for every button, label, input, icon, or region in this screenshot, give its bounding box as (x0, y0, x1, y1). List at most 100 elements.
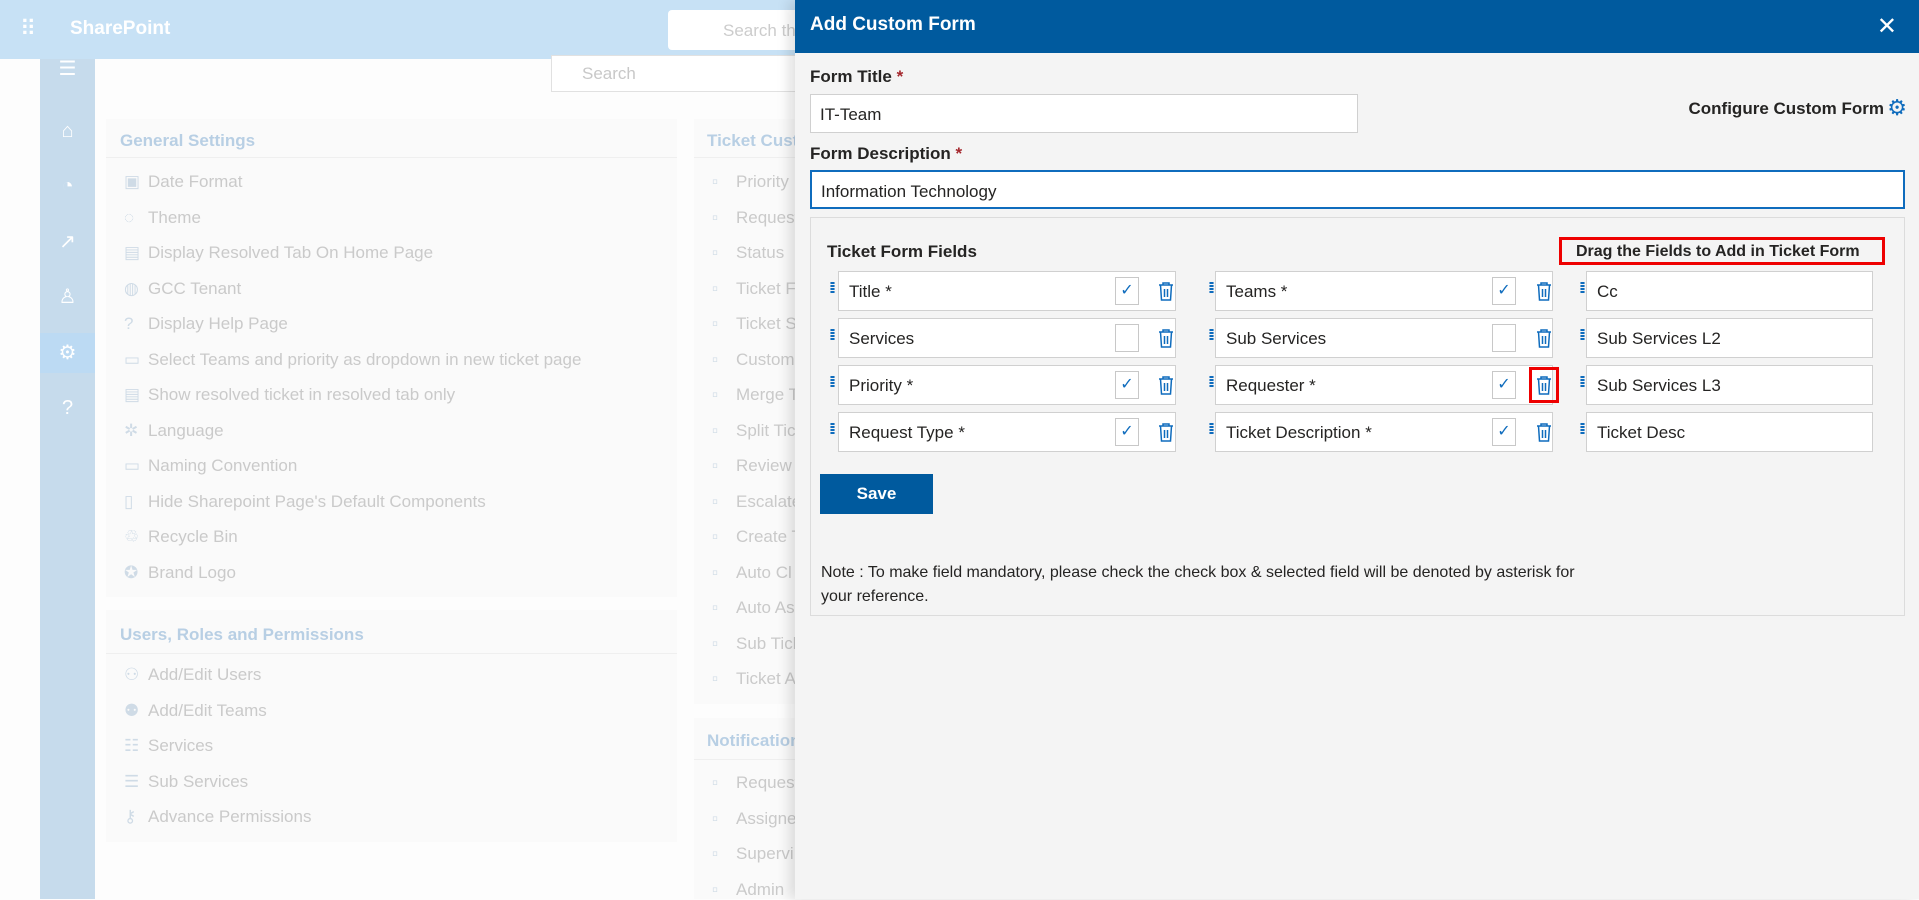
mandatory-checkbox[interactable]: ✓ (1492, 371, 1516, 399)
form-title-input[interactable]: IT-Team (810, 94, 1358, 133)
settings-item-label: Auto Cl (736, 562, 792, 582)
trash-icon[interactable] (1155, 324, 1177, 352)
card-title: Ticket Cust (707, 131, 799, 150)
settings-item-icon: ▫ (712, 172, 719, 191)
settings-item[interactable]: ▫ Admin (712, 880, 784, 900)
settings-item-icon: ▫ (712, 456, 719, 475)
field-label: Title * (849, 282, 892, 301)
settings-item[interactable]: ☰ Sub Services (124, 772, 248, 792)
trash-icon[interactable] (1533, 277, 1555, 305)
settings-item[interactable]: ▫ Split Tic (712, 421, 796, 441)
settings-item-label: Request (736, 207, 800, 227)
mandatory-checkbox[interactable]: ✓ (1115, 371, 1139, 399)
trash-icon[interactable] (1155, 418, 1177, 446)
settings-item[interactable]: ▫ Escalate (712, 492, 801, 512)
settings-item-icon: ▫ (712, 314, 719, 333)
settings-item[interactable]: ▫ Request (712, 208, 799, 228)
mandatory-checkbox[interactable]: ✓ (1115, 418, 1139, 446)
settings-item-label: Display Help Page (148, 314, 288, 333)
settings-item[interactable]: ▫ Auto Cl (712, 563, 792, 583)
form-description-input[interactable]: Information Technology (810, 170, 1905, 209)
settings-item[interactable]: ▫ Request (712, 773, 799, 793)
settings-item[interactable]: ▭ Select Teams and priority as dropdown i… (124, 350, 581, 370)
settings-item[interactable]: ▫ Merge T (712, 385, 799, 405)
settings-item[interactable]: ♲ Recycle Bin (124, 527, 238, 547)
people-icon[interactable]: ♙ (40, 277, 95, 317)
save-button[interactable]: Save (820, 474, 933, 514)
calendar-icon: ▣ (124, 172, 141, 191)
settings-item[interactable]: ▫ Status (712, 243, 784, 263)
settings-item[interactable]: ▣ Date Format (124, 172, 242, 192)
settings-item[interactable]: ▫ Custom (712, 350, 795, 370)
trash-icon[interactable] (1533, 324, 1555, 352)
settings-item[interactable]: ◌ Theme (124, 208, 201, 228)
field-label: Services (849, 329, 915, 348)
left-rail: ☰ ⌂ ◔ ↗ ♙ ⚙ ? (40, 58, 95, 899)
settings-item[interactable]: ▫ Supervi (712, 844, 794, 864)
global-search-input[interactable]: Search th (668, 10, 808, 50)
ticket-customization-card: Ticket Cust ▫ Priority ▫ Request ▫ Status ▫ Tic… (694, 119, 804, 704)
settings-item[interactable]: ✪ Brand Logo (124, 563, 236, 583)
available-field[interactable]: Cc (1586, 271, 1873, 311)
home-icon[interactable]: ⌂ (40, 111, 95, 151)
mandatory-checkbox[interactable]: ✓ (1492, 277, 1516, 305)
mandatory-checkbox[interactable]: ✓ (1115, 277, 1139, 305)
available-field[interactable]: Ticket Desc (1586, 412, 1873, 452)
available-field[interactable]: Sub Services L3 (1586, 365, 1873, 405)
settings-item[interactable]: ▫ Ticket S (712, 314, 797, 334)
settings-item[interactable]: ▫ Create T (712, 527, 802, 547)
settings-item-label: Naming Convention (148, 456, 298, 475)
settings-item-icon: ▫ (712, 844, 719, 863)
mandatory-checkbox[interactable] (1492, 324, 1516, 352)
settings-item[interactable]: ▫ Priority (712, 172, 789, 192)
available-field[interactable]: Sub Services L2 (1586, 318, 1873, 358)
ticket-form-fields-heading: Ticket Form Fields (827, 242, 977, 261)
settings-item[interactable]: ☷ Services (124, 736, 213, 756)
settings-item-label: Merge T (736, 385, 799, 404)
mandatory-checkbox[interactable]: ✓ (1492, 418, 1516, 446)
mandatory-note: Note : To make field mandatory, please c… (821, 564, 1575, 605)
settings-item[interactable]: ⚉ Add/Edit Teams (124, 701, 267, 721)
users-roles-card: Users, Roles and Permissions ⚇ Add/Edit U… (106, 610, 677, 842)
settings-item[interactable]: ⚇ Add/Edit Users (124, 665, 261, 685)
settings-item[interactable]: ▫ Review (712, 456, 792, 476)
settings-item[interactable]: ◍ GCC Tenant (124, 279, 241, 299)
close-icon[interactable]: ✕ (1877, 12, 1897, 41)
trash-icon[interactable] (1533, 418, 1555, 446)
trash-icon[interactable] (1155, 371, 1177, 399)
app-launcher-icon[interactable]: ⠿ (20, 18, 36, 40)
field-label: Requester * (1226, 376, 1316, 395)
settings-item-icon: ▫ (712, 598, 719, 617)
mandatory-checkbox[interactable] (1115, 324, 1139, 352)
settings-item[interactable]: ⚷ Advance Permissions (124, 807, 311, 827)
settings-item[interactable]: ? Display Help Page (124, 314, 288, 334)
add-custom-form-panel: Add Custom Form ✕ Form Title * IT-Team C… (795, 0, 1919, 899)
settings-item[interactable]: ▫ Ticket A (712, 669, 796, 689)
settings-item[interactable]: ▫ Ticket F (712, 279, 796, 299)
settings-item-label: Language (148, 420, 224, 440)
chart-icon[interactable]: ↗ (40, 222, 95, 262)
settings-item-label: Request (736, 773, 800, 792)
settings-item-label: Select Teams and priority as dropdown in… (148, 349, 582, 369)
trash-icon[interactable] (1155, 277, 1177, 305)
menu-icon[interactable]: ☰ (40, 49, 95, 89)
settings-item[interactable]: ▭ Naming Convention (124, 456, 297, 476)
trash-icon[interactable] (1529, 367, 1559, 403)
settings-item[interactable]: ✲ Language (124, 421, 224, 441)
settings-item-label: Sub Tick (736, 633, 802, 653)
document-icon: ▤ (124, 385, 141, 404)
gear-icon[interactable]: ⚙ (1887, 95, 1907, 121)
settings-item[interactable]: ▫ Auto As (712, 598, 795, 618)
app-name[interactable]: SharePoint (70, 18, 170, 40)
settings-item-label: Ticket S (736, 314, 797, 333)
settings-search-input[interactable]: Search (551, 55, 801, 92)
help-icon[interactable]: ? (40, 388, 95, 428)
settings-icon[interactable]: ⚙ (40, 333, 95, 373)
settings-item[interactable]: ▫ Sub Tick (712, 634, 801, 654)
settings-item[interactable]: ▯ Hide Sharepoint Page's Default Componen… (124, 492, 486, 512)
dashboard-icon[interactable]: ◔ (40, 166, 95, 206)
settings-item[interactable]: ▫ Assigne (712, 809, 796, 829)
configure-custom-form-link[interactable]: Configure Custom Form (1689, 99, 1885, 119)
settings-item[interactable]: ▤ Display Resolved Tab On Home Page (124, 243, 433, 263)
settings-item[interactable]: ▤ Show resolved ticket in resolved tab on… (124, 385, 455, 405)
